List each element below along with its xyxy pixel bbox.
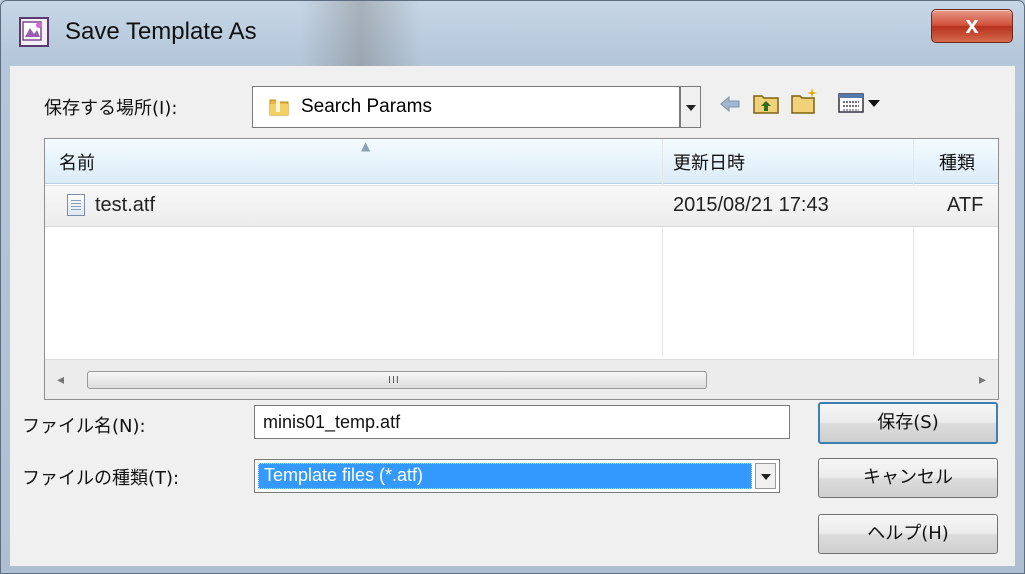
file-list[interactable]: 名前 ▲ 更新日時 種類 test.atf 2015/08/21 17:43 A…	[44, 138, 999, 400]
save-in-dropdown-button[interactable]	[680, 86, 701, 128]
back-arrow-icon[interactable]	[718, 92, 742, 116]
up-folder-icon[interactable]	[752, 90, 780, 116]
filename-value: minis01_temp.atf	[263, 412, 401, 432]
horizontal-scrollbar[interactable]: ◂ III ▸	[45, 359, 998, 399]
save-in-combobox[interactable]: Search Params	[252, 86, 680, 128]
save-in-label: 保存する場所(I):	[44, 98, 178, 119]
chevron-down-icon	[686, 105, 696, 111]
column-line	[662, 139, 663, 357]
app-icon	[19, 17, 49, 47]
scroll-right-icon[interactable]: ▸	[979, 372, 986, 388]
filetype-label: ファイルの種類(T):	[22, 468, 180, 489]
filetype-selection-highlight: Template files (*.atf)	[258, 463, 752, 489]
view-menu-icon[interactable]	[838, 92, 886, 114]
filetype-select[interactable]: Template files (*.atf)	[254, 459, 780, 493]
save-button[interactable]: 保存(S)	[818, 402, 998, 444]
folder-icon	[267, 95, 291, 119]
close-icon: x	[965, 12, 979, 39]
scrollbar-thumb[interactable]: III	[87, 371, 707, 389]
list-item[interactable]: test.atf 2015/08/21 17:43 ATF	[45, 185, 998, 227]
column-line	[913, 139, 914, 357]
file-modified: 2015/08/21 17:43	[673, 194, 829, 216]
scrollbar-grip: III	[388, 375, 400, 386]
chevron-down-icon	[761, 474, 771, 480]
save-in-value: Search Params	[301, 96, 432, 117]
file-name: test.atf	[95, 194, 156, 216]
filetype-dropdown-button[interactable]	[755, 463, 776, 489]
filename-label: ファイル名(N):	[22, 416, 146, 437]
window-title: Save Template As	[65, 18, 257, 45]
column-header-modified[interactable]: 更新日時	[673, 149, 745, 175]
file-icon	[67, 194, 85, 216]
scroll-left-icon[interactable]: ◂	[57, 372, 64, 388]
cancel-button[interactable]: キャンセル	[818, 458, 998, 498]
column-header-type[interactable]: 種類	[939, 149, 975, 175]
list-header: 名前 ▲ 更新日時 種類	[45, 139, 998, 184]
file-type: ATF	[947, 194, 984, 216]
filetype-value: Template files (*.atf)	[264, 465, 424, 485]
new-folder-icon[interactable]	[790, 86, 820, 116]
close-button[interactable]: x	[931, 9, 1013, 43]
column-header-name[interactable]: 名前	[59, 149, 95, 175]
sort-indicator-icon: ▲	[361, 139, 371, 153]
filename-input[interactable]: minis01_temp.atf	[254, 405, 790, 439]
help-button[interactable]: ヘルプ(H)	[818, 514, 998, 554]
